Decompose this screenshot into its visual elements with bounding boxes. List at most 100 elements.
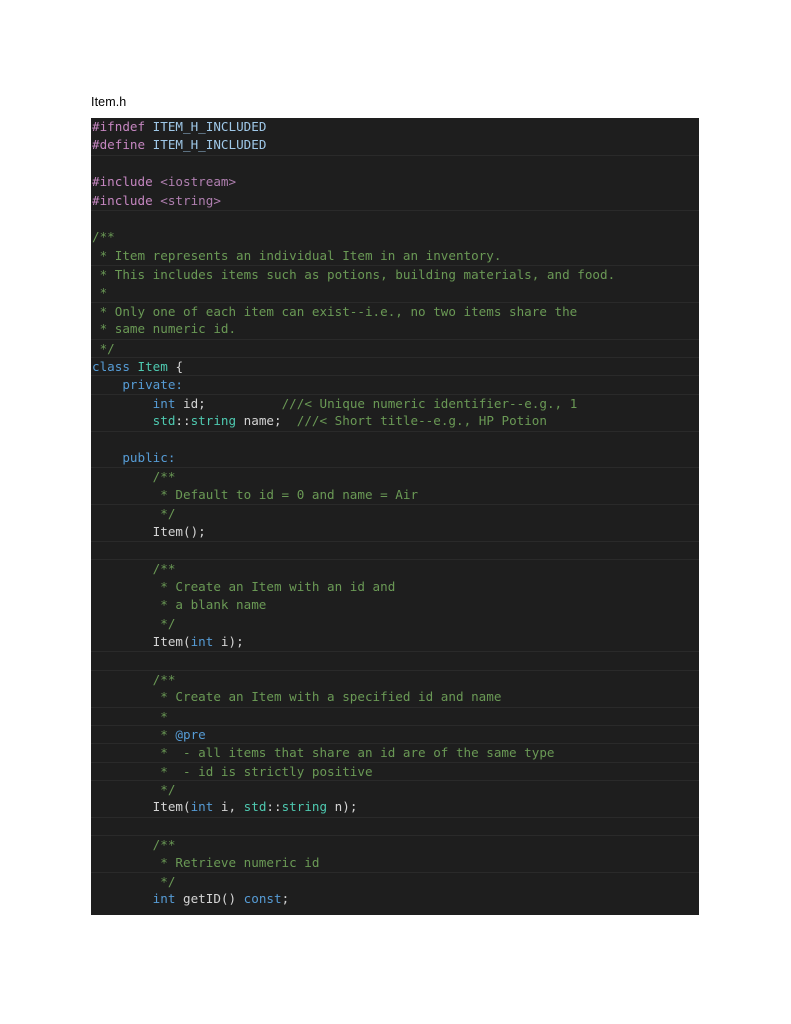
code-line: */ (91, 872, 699, 890)
code-token: * a blank name (92, 597, 267, 613)
code-line: std::string name; ///< Short title--e.g.… (91, 412, 699, 430)
code-token: * Default to id = 0 and name = Air (92, 486, 419, 502)
code-token: */ (92, 615, 176, 631)
code-line: */ (91, 615, 699, 633)
code-line: #ifndef ITEM_H_INCLUDED (91, 118, 699, 136)
code-token: int (152, 891, 176, 907)
code-line: * Create an Item with a specified id and… (91, 688, 699, 706)
code-token: #include (92, 174, 153, 190)
code-line: /** (91, 467, 699, 485)
code-token: <string> (160, 192, 221, 208)
code-line: public: (91, 449, 699, 467)
code-token: * Create an Item with an id and (92, 578, 396, 594)
code-line: /** (91, 669, 699, 688)
code-line (91, 816, 699, 835)
code-token: std (243, 799, 267, 815)
code-token: class (92, 359, 130, 375)
code-token: Item (137, 359, 168, 375)
code-line: */ (91, 338, 699, 357)
code-token: * (92, 284, 108, 300)
code-line: Item(int i, std::string n); (91, 798, 699, 816)
code-token: ITEM_H_INCLUDED (152, 137, 267, 153)
code-token: Item( (92, 633, 191, 649)
code-token: :: (266, 799, 282, 815)
code-line: #define ITEM_H_INCLUDED (91, 136, 699, 154)
code-line: int id; ///< Unique numeric identifier--… (91, 393, 699, 412)
code-token: ///< Unique numeric identifier--e.g., 1 (281, 395, 578, 411)
code-token: /** (152, 837, 176, 853)
code-line: * a blank name (91, 596, 699, 614)
code-line: /** (91, 835, 699, 853)
code-token: * - all items that share an id are of th… (92, 745, 555, 761)
file-name-caption: Item.h (91, 95, 127, 109)
code-line (91, 430, 699, 449)
code-line (91, 209, 699, 228)
code-token: Item( (92, 799, 191, 815)
code-line: */ (91, 504, 699, 522)
code-token: #define (92, 137, 146, 153)
code-line: #include <string> (91, 192, 699, 210)
code-line: private: (91, 375, 699, 393)
code-block: #ifndef ITEM_H_INCLUDED #define ITEM_H_IN… (91, 118, 699, 915)
code-token: * Create an Item with a specified id and… (92, 689, 502, 705)
code-token: i, (213, 799, 244, 815)
code-token: /** (92, 229, 115, 245)
code-token: getID() (175, 891, 244, 907)
code-token: * (92, 708, 168, 724)
code-token: int (152, 395, 176, 411)
code-token: */ (92, 506, 176, 522)
code-token: @pre (175, 726, 206, 742)
code-token: n); (327, 799, 358, 815)
code-token: int (190, 633, 214, 649)
code-line: int getID() const; (91, 890, 699, 908)
code-token: public: (122, 450, 176, 466)
code-line: * same numeric id. (91, 320, 699, 338)
code-token: id; (175, 395, 282, 411)
code-token: ///< Short title--e.g., HP Potion (296, 413, 547, 429)
code-line: Item(); (91, 523, 699, 541)
code-line: * (91, 706, 699, 725)
code-token: private: (122, 377, 184, 393)
code-line: /** (91, 228, 699, 246)
code-token: :: (175, 413, 191, 429)
code-token: string (190, 413, 237, 429)
code-line: * - all items that share an id are of th… (91, 743, 699, 761)
code-token: */ (92, 340, 115, 356)
code-token: i); (213, 633, 244, 649)
code-line: * @pre (91, 724, 699, 743)
code-token: #include (92, 192, 153, 208)
code-line: * Retrieve numeric id (91, 854, 699, 872)
code-token: string (281, 799, 328, 815)
code-token: * Item represents an individual Item in … (92, 247, 502, 263)
code-line: * Item represents an individual Item in … (91, 247, 699, 265)
code-line (91, 651, 699, 669)
code-token: */ (92, 782, 176, 798)
code-line: * Default to id = 0 and name = Air (91, 486, 699, 504)
code-token: * Retrieve numeric id (92, 854, 320, 870)
code-line (91, 154, 699, 173)
code-line: * This includes items such as potions, b… (91, 265, 699, 283)
code-line: Item(int i); (91, 633, 699, 651)
code-line: */ (91, 780, 699, 798)
code-token: * - id is strictly positive (92, 763, 373, 779)
code-token: * This includes items such as potions, b… (92, 267, 616, 283)
code-token: ; (281, 891, 290, 907)
code-token: /** (152, 561, 176, 577)
code-token: { (167, 359, 184, 375)
code-line: * Create an Item with an id and (91, 578, 699, 596)
code-token: std (152, 413, 176, 429)
code-token: name; (236, 413, 297, 429)
code-line: /** (91, 559, 699, 577)
